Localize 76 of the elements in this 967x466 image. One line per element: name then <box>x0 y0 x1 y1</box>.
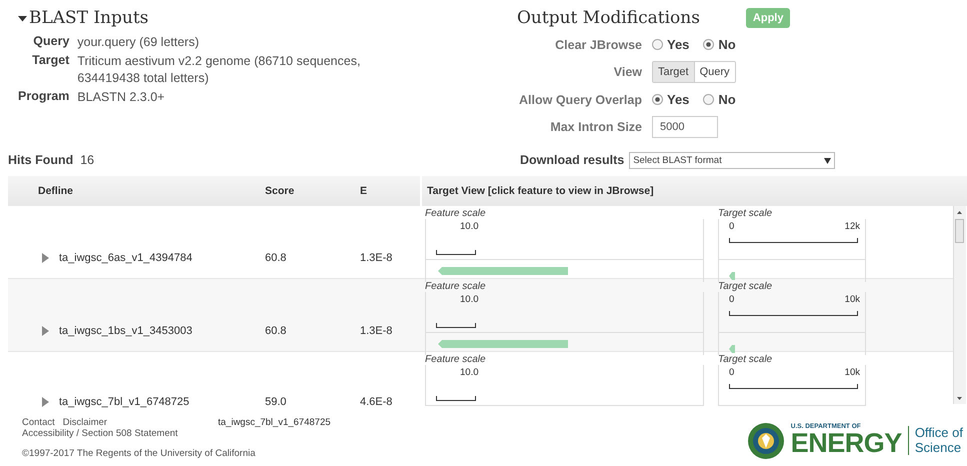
scale-min-label: 0 <box>729 294 734 305</box>
view-toggle-button[interactable]: Query <box>694 62 735 82</box>
radio-label[interactable]: Yes <box>667 92 690 107</box>
logo-wordmark: ENERGY <box>790 430 902 458</box>
scale-bar-icon <box>729 384 858 389</box>
target-scale-label: Target scale <box>718 354 774 365</box>
e-value-cell: 1.3E-8 <box>360 252 392 264</box>
radio-button[interactable] <box>703 94 714 105</box>
target-scale-label: Target scale <box>718 281 774 292</box>
office-text: Science <box>914 440 962 456</box>
feature-scale-label: Feature scale <box>425 208 487 219</box>
e-value-cell: 4.6E-8 <box>360 396 392 408</box>
score-cell: 60.8 <box>265 252 286 264</box>
option-label: Allow Query Overlap <box>518 92 642 106</box>
field-label: Program <box>18 89 70 105</box>
score-cell: 59.0 <box>265 396 286 408</box>
scale-bar-icon <box>729 238 858 243</box>
expand-arrow-icon[interactable] <box>42 397 49 407</box>
section-title[interactable]: BLAST Inputs <box>18 8 148 28</box>
scale-bar-icon <box>436 323 476 328</box>
scale-max-label: 12k <box>844 221 860 232</box>
scroll-thumb[interactable] <box>955 219 964 243</box>
input-field[interactable]: 5000 <box>652 116 718 138</box>
copyright-text: ©1997-2017 The Regents of the University of California <box>22 448 256 459</box>
option-label: View <box>612 65 642 79</box>
format-dropdown[interactable]: Select BLAST format <box>629 152 836 168</box>
expand-arrow-icon[interactable] <box>42 253 49 263</box>
scale-tick-label: 10.0 <box>460 221 478 232</box>
field-value: Triticum aestivum v2.2 genome (86710 sequences, 634419438 total letters) <box>77 53 362 87</box>
footer-link[interactable]: Accessibility / Section 508 Statement <box>22 428 178 439</box>
scale-tick-label: 10.0 <box>460 294 478 305</box>
scale-min-label: 0 <box>729 221 734 232</box>
radio-label[interactable]: No <box>718 92 736 107</box>
caret-icon[interactable] <box>824 158 832 164</box>
radio-button[interactable] <box>703 39 714 50</box>
column-header[interactable]: Score <box>265 185 294 197</box>
option-label: Max Intron Size <box>549 120 642 134</box>
column-header[interactable]: Target View [click feature to view in JBrowse] <box>427 185 654 197</box>
collapse-arrow-icon[interactable] <box>18 14 27 22</box>
radio-button[interactable] <box>652 39 663 50</box>
radio-label[interactable]: Yes <box>667 37 690 52</box>
option-label: Clear JBrowse <box>554 38 642 52</box>
feature-scale-label: Feature scale <box>425 281 487 292</box>
field-value: BLASTN 2.3.0+ <box>77 89 166 106</box>
radio-label[interactable]: No <box>718 37 736 52</box>
section-title: Output Modifications <box>517 8 700 28</box>
scale-max-label: 10k <box>844 294 860 305</box>
field-value: your.query (69 letters) <box>77 34 200 51</box>
e-value-cell: 1.3E-8 <box>360 325 392 337</box>
field-label: Target <box>31 53 70 69</box>
office-text: Office of <box>914 426 963 440</box>
defline-cell: ta_iwgsc_6as_v1_4394784 <box>59 252 192 264</box>
target-scale-label: Target scale <box>718 208 774 219</box>
column-header[interactable]: Defline <box>38 185 74 197</box>
seal-icon <box>746 422 785 460</box>
scale-max-label: 10k <box>844 367 860 378</box>
defline-cell: ta_iwgsc_1bs_v1_3453003 <box>59 325 192 337</box>
scale-bar-icon <box>436 396 476 401</box>
footer-link[interactable]: Contact <box>22 417 55 428</box>
scale-tick-label: 10.0 <box>460 367 478 378</box>
expand-arrow-icon[interactable] <box>42 326 49 336</box>
score-cell: 60.8 <box>265 325 286 337</box>
scale-bar-icon <box>436 250 476 255</box>
column-header[interactable]: E <box>360 185 368 197</box>
field-label: Query <box>32 34 70 50</box>
tooltip: ta_iwgsc_7bl_v1_6748725 <box>218 417 331 428</box>
view-toggle-button[interactable]: Target <box>653 62 694 82</box>
defline-cell: ta_iwgsc_7bl_v1_6748725 <box>59 396 190 408</box>
radio-button[interactable] <box>652 94 663 105</box>
scrollbar[interactable] <box>953 206 966 404</box>
scale-min-label: 0 <box>729 367 734 378</box>
download-label: Download results <box>520 153 624 167</box>
scale-bar-icon <box>729 311 858 316</box>
hits-count: Hits Found 16 <box>7 153 96 167</box>
feature-scale-label: Feature scale <box>425 354 487 365</box>
footer-link[interactable]: Disclaimer <box>62 417 108 428</box>
